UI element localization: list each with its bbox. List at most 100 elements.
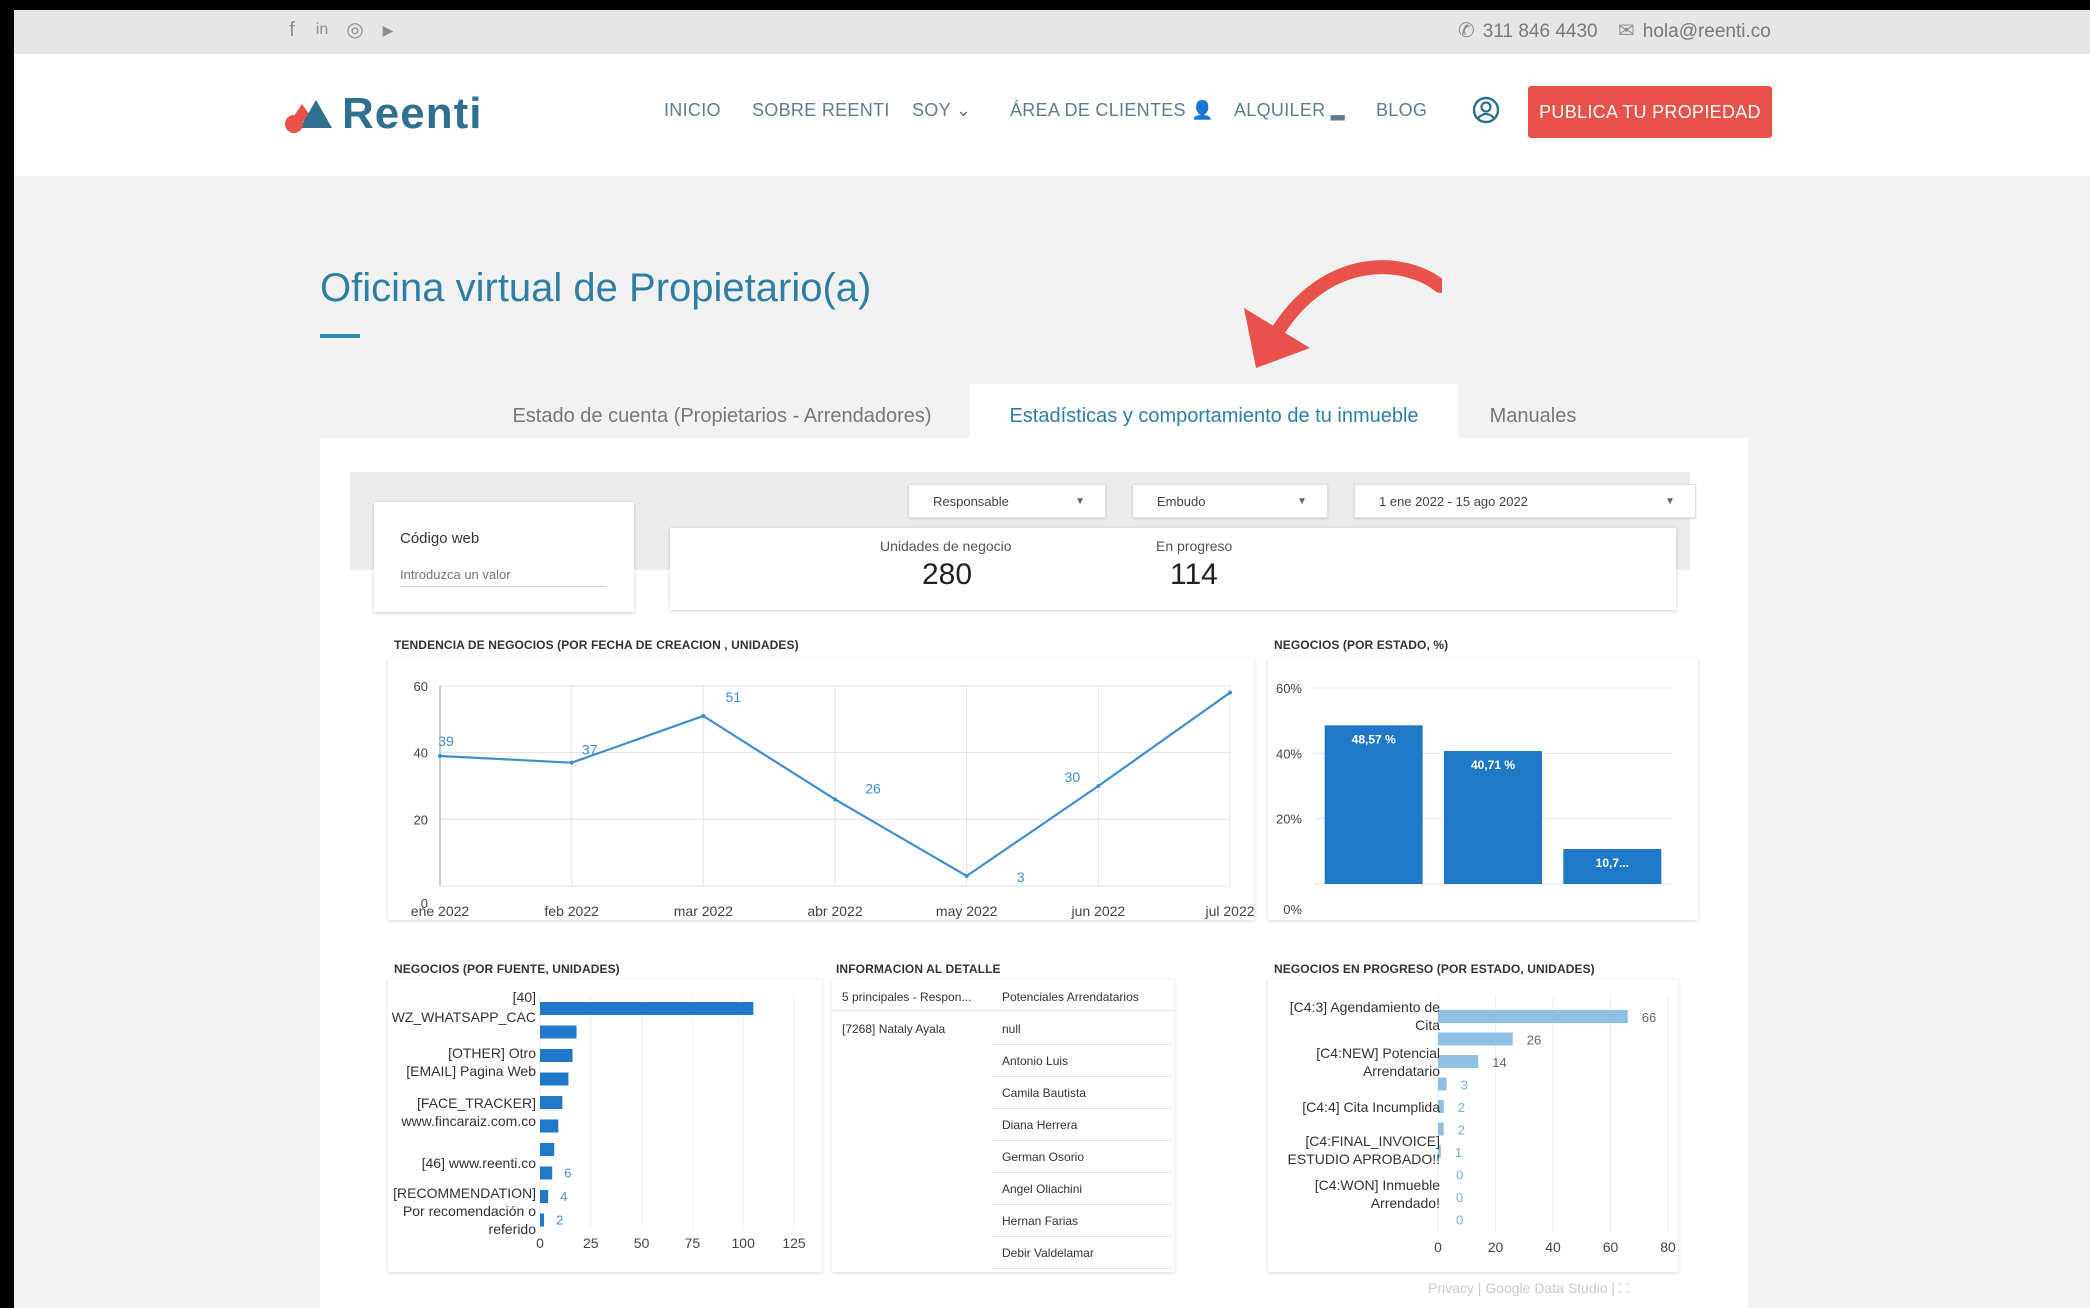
trend-data-label: 39 [438,733,454,749]
data-studio-link[interactable]: Google Data Studio [1485,1280,1607,1296]
status-chart-title: NEGOCIOS (POR ESTADO, %) [1274,638,1449,652]
trend-data-label: 30 [1065,769,1081,785]
y-category-label: Cita [1415,1017,1440,1033]
phone-number: 311 846 4430 [1482,21,1598,42]
privacy-link[interactable]: Privacy [1428,1280,1474,1296]
progress-data-label: 66 [1642,1010,1656,1025]
progress-data-label: 3 [1461,1078,1468,1093]
source-chart-title: NEGOCIOS (POR FUENTE, UNIDADES) [394,962,620,976]
status-data-label: 10,7... [1596,856,1629,870]
x-tick-label: 125 [782,1235,806,1251]
table-divider [992,1204,1172,1205]
source-data-label: 4 [560,1189,567,1204]
chevron-down-icon: ▼ [1297,496,1307,507]
nav-area-de-clientes[interactable]: ÁREA DE CLIENTES 👤 [1010,98,1214,122]
page-title: Oficina virtual de Propietario(a) [320,266,872,310]
table-divider [992,1108,1172,1109]
embudo-filter-label: Embudo [1157,494,1206,509]
status-bar-chart: 0% 20% 40% 60% 48,57 % Fallido 40,71 % En progr… [1276,681,1672,935]
web-code-input[interactable] [400,562,606,587]
detail-row-responsable: [7268] Nataly Ayala [842,1022,946,1036]
x-tick-label: may 2022 [936,903,998,919]
instagram-icon[interactable]: ◎ [345,18,365,42]
embudo-filter[interactable]: Embudo ▼ [1132,484,1328,518]
source-bar [540,1213,545,1227]
source-bar [540,1072,569,1086]
stats-panel: Responsable ▼ Embudo ▼ 1 ene 2022 - 15 ago… [320,438,1748,1308]
kpi-en-progreso-value: 114 [1170,558,1218,591]
chevron-down-icon: ▼ [1075,496,1085,507]
x-tick-label: 25 [583,1235,599,1251]
youtube-icon[interactable]: ▶ [378,18,398,42]
table-divider [992,1172,1172,1173]
x-tick-label: abr 2022 [807,903,862,919]
y-tick-label: 40 [414,746,428,761]
detail-table-title: INFORMACION AL DETALLE [836,962,1001,976]
y-category-label: [OTHER] Otro [448,1045,536,1061]
x-tick-label: 20 [1488,1239,1504,1255]
table-divider [992,1044,1172,1045]
table-divider [832,1010,1174,1011]
nav-soy[interactable]: SOY ⌄ [912,98,971,122]
publish-property-button[interactable]: PUBLICA TU PROPIEDAD [1528,86,1772,138]
x-tick-label: 75 [685,1235,701,1251]
phone-contact[interactable]: ✆ 311 846 4430 [1458,18,1598,45]
trend-point [1228,690,1232,695]
trend-point [1096,784,1101,788]
nav-alquiler[interactable]: ALQUILER ▂ [1234,98,1345,122]
mail-icon: ✉ [1618,20,1635,42]
detail-header-potenciales[interactable]: Potenciales Arrendatarios [1002,990,1139,1004]
date-range-label: 1 ene 2022 - 15 ago 2022 [1379,494,1528,509]
nav-sobre-reenti[interactable]: SOBRE REENTI [752,98,890,122]
y-category-label: [C4:4] Cita Incumplida [1302,1099,1440,1115]
source-data-label: 6 [564,1166,571,1181]
y-category-label: Arrendatario [1363,1063,1440,1079]
trend-point [569,760,574,765]
chevron-down-icon: ▼ [1665,496,1675,507]
browser-viewport: f in ◎ ▶ ✆ 311 846 4430 ✉ hola@reenti.co R… [14,10,2090,1308]
email-address: hola@reenti.co [1642,21,1771,42]
reenti-logo[interactable]: Reenti [282,86,482,142]
detail-table-card: 5 principales - Respon... Potenciales Ar… [832,980,1174,1272]
status-data-label: 48,57 % [1352,732,1396,746]
report-footer: Privacy | Google Data Studio | ⛶ [1428,1280,1629,1297]
facebook-icon[interactable]: f [282,18,302,42]
email-contact[interactable]: ✉ hola@reenti.co [1618,18,1771,45]
y-category-label: [C4:3] Agendamiento de [1290,999,1440,1015]
source-bar [540,1096,563,1109]
detail-cell-potencial: Hernan Farias [1002,1214,1079,1228]
y-category-label: [C4:NEW] Potencial [1316,1045,1440,1061]
progress-chart-title: NEGOCIOS EN PROGRESO (POR ESTADO, UNIDAD… [1274,962,1595,976]
x-tick-label: 40 [1545,1239,1561,1255]
date-range-filter[interactable]: 1 ene 2022 - 15 ago 2022 ▼ [1354,484,1696,518]
responsable-filter[interactable]: Responsable ▼ [908,484,1106,518]
source-bar [540,1025,577,1039]
logo-text: Reenti [342,89,483,138]
account-icon[interactable] [1472,96,1500,124]
status-data-label: 40,71 % [1471,758,1515,772]
nav-blog[interactable]: BLOG [1376,98,1427,122]
source-data-label: 2 [556,1213,563,1228]
web-code-filter-card: Código web [374,502,634,612]
detail-cell-potencial: Diana Herrera [1002,1118,1078,1132]
linkedin-icon[interactable]: in [312,18,332,42]
detail-header-responsable[interactable]: 5 principales - Respon... [842,990,971,1004]
x-tick-label: 60 [1603,1239,1619,1255]
trend-line-chart: 020406039ene 202237feb 202251mar 202226a… [411,640,1255,919]
detail-cell-potencial: Debir Valdelamar [1002,1246,1094,1260]
x-tick-label: 100 [732,1235,756,1251]
trend-data-label: 26 [865,780,881,796]
footer-separator: | [1611,1280,1619,1296]
status-chart-card: 0% 20% 40% 60% 48,57 % Fallido 40,71 % En progr… [1268,658,1698,935]
y-category-label: ESTUDIO APROBADO!! [1288,1151,1440,1167]
y-category-label: [EMAIL] Pagina Web [406,1063,536,1079]
kpi-scorecard: Unidades de negocio 280 En progreso 114 [670,528,1676,610]
nav-inicio[interactable]: INICIO [664,98,721,122]
x-tick-label: jun 2022 [1070,903,1125,919]
y-tick-label: 20 [414,812,428,827]
y-category-label: [C4:WON] Inmueble [1315,1177,1440,1193]
progress-bar [1438,1077,1447,1091]
fullscreen-icon[interactable]: ⛶ [1619,1280,1629,1296]
trend-point [833,797,837,802]
progress-data-label: 1 [1455,1145,1462,1160]
